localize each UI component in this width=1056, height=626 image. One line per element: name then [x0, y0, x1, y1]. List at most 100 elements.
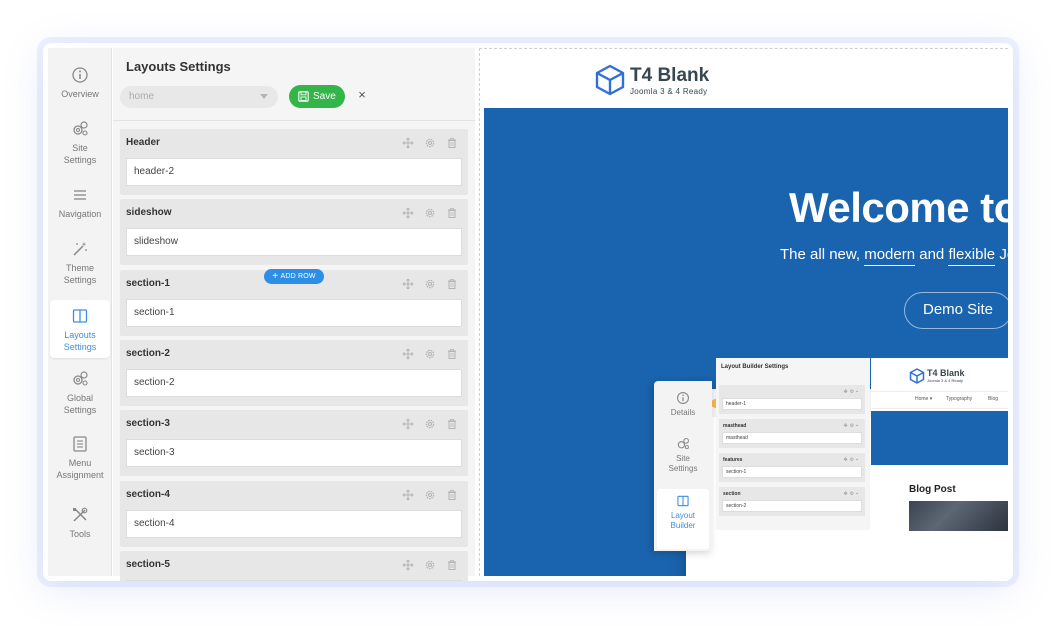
- block-name: section-3: [126, 418, 170, 430]
- mini-sidebar-item-layout-builder: Layout Builder: [657, 489, 709, 549]
- divider: [113, 120, 475, 121]
- gear-icon[interactable]: [424, 417, 436, 429]
- block-position-field[interactable]: [126, 579, 462, 581]
- mini-menu-item: Typography: [946, 396, 973, 402]
- block-name: section-1: [126, 277, 170, 289]
- close-button[interactable]: ×: [355, 88, 369, 102]
- mini-block-field: section-1: [722, 466, 862, 478]
- block-position-field[interactable]: section-4: [126, 509, 462, 538]
- mini-block-tools: ✥⚙▪: [843, 457, 860, 463]
- move-icon[interactable]: [402, 277, 414, 289]
- sidebar-item-label: Site Settings: [63, 143, 97, 165]
- demo-site-button[interactable]: Demo Site: [904, 292, 1008, 329]
- sidebar-item-site-settings[interactable]: Site Settings: [48, 120, 112, 166]
- mini-menu-item: Home ▾: [915, 396, 933, 402]
- info-icon: [677, 392, 689, 404]
- sidebar-item-tools[interactable]: Tools: [48, 506, 112, 540]
- hero-subtitle-part: and: [915, 246, 949, 263]
- trash-icon[interactable]: [446, 417, 458, 430]
- sidebar-item-theme-settings[interactable]: Theme Settings: [48, 240, 112, 286]
- mini-site-preview: T4 Blank Joomla 3 & 4 Ready Home ▾ Typog…: [871, 358, 1008, 531]
- trash-icon[interactable]: [446, 488, 458, 500]
- block-position-field[interactable]: slideshow: [126, 228, 462, 257]
- block-tools: [402, 347, 458, 360]
- mini-layout-block: features ✥⚙▪ section-1: [719, 453, 865, 482]
- save-button[interactable]: Save: [289, 85, 345, 108]
- mini-sidebar: Details Site Settings Layout Builder: [654, 381, 712, 551]
- mini-sidebar-label: Details: [670, 408, 696, 417]
- block-position-field[interactable]: header-2: [126, 158, 462, 186]
- layout-select-value: home: [129, 91, 155, 102]
- sidebar-item-layouts-settings[interactable]: Layouts Settings: [50, 300, 110, 358]
- save-button-label: Save: [313, 91, 336, 102]
- mini-block-tools: ✥⚙▪: [843, 491, 860, 497]
- block-name: Header: [126, 137, 160, 148]
- gear-icon[interactable]: [424, 206, 436, 218]
- mini-block-tools: ✥⚙▪: [843, 423, 860, 429]
- sidebar-item-label: Navigation: [58, 209, 102, 219]
- sidebar-nav: Overview Site Settings Navigation Theme …: [48, 48, 112, 576]
- gear-icon[interactable]: [424, 136, 436, 148]
- logo-subtitle: Joomla 3 & 4 Ready: [630, 87, 708, 96]
- move-icon[interactable]: [402, 136, 414, 149]
- block-position-field[interactable]: section-3: [126, 439, 462, 468]
- layout-block: section-5: [120, 550, 468, 581]
- gear-icon[interactable]: [424, 347, 436, 359]
- add-row-button[interactable]: + ADD ROW: [264, 269, 324, 284]
- sidebar-item-global-settings[interactable]: Global Settings: [48, 370, 112, 416]
- move-icon[interactable]: [402, 206, 414, 219]
- sidebar-item-label: Tools: [69, 529, 91, 539]
- mini-panel-title: Layout Builder Settings: [721, 364, 789, 370]
- move-icon[interactable]: [402, 558, 414, 571]
- trash-icon[interactable]: [446, 347, 458, 359]
- mini-block-field: header-1: [722, 398, 862, 410]
- block-position-field[interactable]: section-1: [126, 298, 462, 327]
- move-icon[interactable]: [402, 347, 414, 360]
- move-icon[interactable]: [402, 417, 414, 430]
- mini-block-name: masthead: [723, 423, 747, 429]
- sidebar-item-menu-assignment[interactable]: Menu Assignment: [48, 435, 112, 481]
- block-position-field[interactable]: section-2: [126, 368, 462, 397]
- trash-icon[interactable]: [446, 558, 458, 570]
- mini-sidebar-item-details: Details: [654, 391, 712, 418]
- columns-icon: [677, 495, 689, 507]
- mini-site-menu: Home ▾ Typography Blog: [871, 391, 1008, 409]
- logo-cube-icon: [909, 368, 925, 384]
- chevron-down-icon: [260, 94, 268, 99]
- sidebar-item-label: Global Settings: [63, 393, 97, 415]
- block-tools: [402, 136, 458, 149]
- mini-block-field: section-2: [722, 500, 862, 512]
- mini-block-name: section: [723, 491, 741, 497]
- block-name: section-5: [126, 558, 170, 570]
- magic-wand-icon: [73, 242, 87, 256]
- block-tools: [402, 206, 458, 219]
- trash-icon[interactable]: [446, 206, 458, 219]
- hero-subtitle-part: Jo: [999, 246, 1008, 263]
- layout-block: section-4 section-4: [120, 480, 468, 547]
- sidebar-item-overview[interactable]: Overview: [48, 66, 112, 100]
- layout-block: Header header-2: [120, 129, 468, 195]
- info-icon: [72, 67, 88, 83]
- save-icon: [298, 91, 309, 102]
- gears-icon: [73, 121, 88, 136]
- block-name: section-4: [126, 488, 170, 500]
- gear-icon[interactable]: [424, 277, 436, 289]
- layout-block: section-2 section-2: [120, 339, 468, 406]
- mini-blog-image: [909, 501, 1008, 531]
- layout-select[interactable]: home: [120, 86, 278, 108]
- trash-icon[interactable]: [446, 277, 458, 289]
- hero-subtitle: The all new, modern and flexible Jo: [780, 246, 1008, 266]
- gear-icon[interactable]: [424, 488, 436, 500]
- hero-title: Welcome to: [789, 184, 1008, 231]
- mini-blog-title: Blog Post: [909, 484, 956, 495]
- mini-sidebar-label: Layout Builder: [670, 511, 696, 530]
- mini-site-header: T4 Blank Joomla 3 & 4 Ready: [871, 358, 1008, 391]
- trash-icon[interactable]: [446, 136, 458, 148]
- logo-cube-icon: [595, 64, 625, 96]
- menu-icon: [74, 190, 86, 200]
- block-tools: [402, 558, 458, 571]
- move-icon[interactable]: [402, 488, 414, 500]
- gear-icon[interactable]: [424, 558, 436, 570]
- site-preview: T4 Blank Joomla 3 & 4 Ready Welcome to T…: [479, 48, 1008, 576]
- sidebar-item-navigation[interactable]: Navigation: [48, 186, 112, 220]
